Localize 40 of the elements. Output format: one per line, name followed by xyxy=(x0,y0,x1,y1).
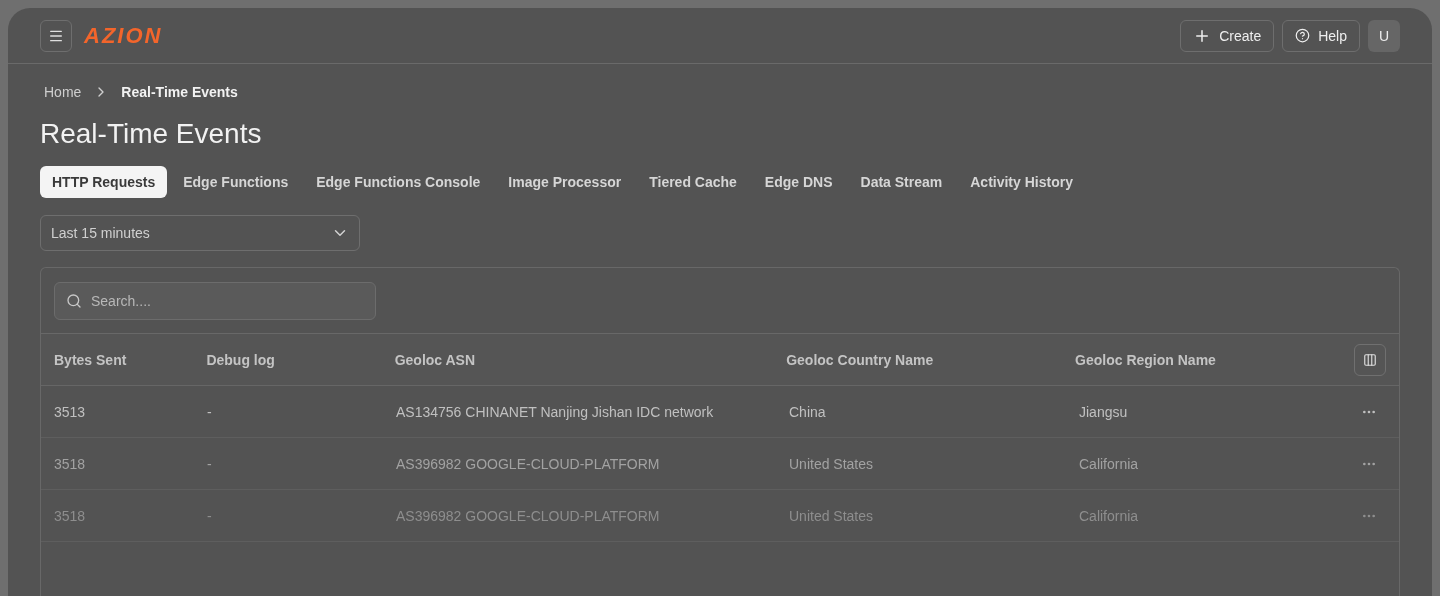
table-cell-text: AS396982 GOOGLE-CLOUD-PLATFORM xyxy=(396,506,661,526)
column-header: Geoloc Region Name xyxy=(1075,350,1217,370)
tab[interactable]: Activity History xyxy=(958,166,1085,198)
menu-button[interactable] xyxy=(40,19,72,52)
tab[interactable]: Edge Functions Console xyxy=(304,166,493,198)
column-header: Bytes Sent xyxy=(54,350,128,370)
table-cell-text: California xyxy=(1079,506,1140,526)
column-header: Debug log xyxy=(206,350,276,370)
table-cell-text: 3513 xyxy=(54,402,87,422)
tab[interactable]: Tiered Cache xyxy=(637,166,749,198)
table-cell-text: 3518 xyxy=(54,506,87,526)
columns-icon xyxy=(1363,352,1377,367)
table-cell-text: United States xyxy=(789,506,875,526)
help-icon xyxy=(1295,28,1311,43)
table-cell-text: - xyxy=(207,506,213,526)
table-cell-text: - xyxy=(207,402,213,422)
table-cell-text: AS134756 CHINANET Nanjing Jishan IDC network xyxy=(396,402,715,422)
column-header: Geoloc ASN xyxy=(394,350,477,370)
column-header: Geoloc Country Name xyxy=(786,350,935,370)
tab[interactable]: HTTP Requests xyxy=(40,166,168,198)
table-cell-text: China xyxy=(789,402,827,422)
help-button[interactable]: Help xyxy=(1282,19,1360,52)
tab[interactable]: Edge DNS xyxy=(752,166,845,198)
create-button[interactable]: Create xyxy=(1180,19,1275,52)
search-field[interactable]: Search.... xyxy=(54,281,376,320)
table-cell-text: United States xyxy=(789,454,875,474)
tab[interactable]: Data Stream xyxy=(848,166,955,198)
table-cell-text: - xyxy=(207,454,213,474)
breadcrumb-link[interactable]: Home xyxy=(44,82,82,102)
page-title: Real-Time Events xyxy=(40,117,263,151)
table-cell-text: California xyxy=(1079,454,1140,474)
columns-button[interactable] xyxy=(1354,343,1386,376)
tab[interactable]: Image Processor xyxy=(496,166,634,198)
time-range-dropdown[interactable]: Last 15 minutes xyxy=(40,215,360,251)
table-cell-text: 3518 xyxy=(54,454,87,474)
tab[interactable]: Edge Functions xyxy=(171,166,301,198)
breadcrumb-link[interactable]: Real-Time Events xyxy=(121,82,238,102)
avatar[interactable]: U xyxy=(1368,19,1400,52)
table-cell-text: AS396982 GOOGLE-CLOUD-PLATFORM xyxy=(396,454,661,474)
table-cell-text: Jiangsu xyxy=(1079,402,1129,422)
